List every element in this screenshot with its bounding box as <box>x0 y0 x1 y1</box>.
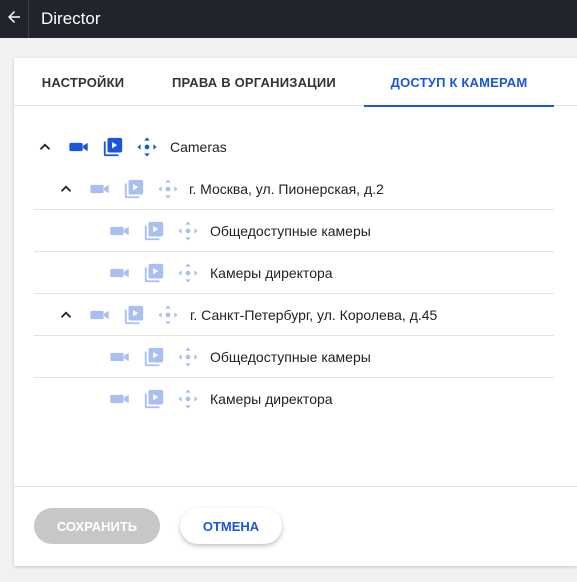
arrow-back-icon <box>5 8 23 31</box>
tree-row-leaf: Общедоступные камеры <box>14 210 577 252</box>
tab-settings[interactable]: НАСТРОЙКИ <box>14 58 152 106</box>
playback-icon[interactable] <box>143 262 165 284</box>
tab-bar: НАСТРОЙКИ ПРАВА В ОРГАНИЗАЦИИ ДОСТУП К К… <box>14 58 577 107</box>
playback-icon[interactable] <box>143 220 165 242</box>
camera-icon[interactable] <box>89 178 111 200</box>
ptz-icon[interactable] <box>177 346 199 368</box>
tree-row-leaf: Камеры директора <box>14 378 577 420</box>
page-title: Director <box>41 9 101 28</box>
playback-icon[interactable] <box>143 388 165 410</box>
tree-label: Камеры директора <box>210 265 333 281</box>
camera-icon[interactable] <box>109 220 131 242</box>
form-footer: СОХРАНИТЬ ОТМЕНА <box>14 486 577 566</box>
playback-icon[interactable] <box>102 136 124 158</box>
tree-row-root: Cameras <box>14 126 577 168</box>
chevron-up-icon[interactable] <box>36 138 54 156</box>
tree-row-leaf: Камеры директора <box>14 252 577 294</box>
ptz-icon[interactable] <box>177 388 199 410</box>
chevron-up-icon[interactable] <box>57 180 75 198</box>
tab-org-rights[interactable]: ПРАВА В ОРГАНИЗАЦИИ <box>162 58 346 106</box>
camera-icon[interactable] <box>68 136 90 158</box>
save-button[interactable]: СОХРАНИТЬ <box>34 508 160 544</box>
cancel-button[interactable]: ОТМЕНА <box>180 508 282 544</box>
top-app-bar: Director <box>0 0 577 38</box>
ptz-icon[interactable] <box>157 304 179 326</box>
tree-label: Общедоступные камеры <box>210 349 371 365</box>
tree-label: Камеры директора <box>210 391 333 407</box>
tree-row-leaf: Общедоступные камеры <box>14 336 577 378</box>
camera-icon[interactable] <box>109 388 131 410</box>
playback-icon[interactable] <box>143 346 165 368</box>
divider <box>28 0 29 38</box>
ptz-icon[interactable] <box>136 136 158 158</box>
tree-label: г. Москва, ул. Пионерская, д.2 <box>189 181 384 197</box>
ptz-icon[interactable] <box>177 262 199 284</box>
settings-card: НАСТРОЙКИ ПРАВА В ОРГАНИЗАЦИИ ДОСТУП К К… <box>14 58 577 566</box>
ptz-icon[interactable] <box>157 178 179 200</box>
tree-label: г. Санкт-Петербург, ул. Королева, д.45 <box>190 307 438 323</box>
tab-camera-access[interactable]: ДОСТУП К КАМЕРАМ <box>364 58 554 107</box>
playback-icon[interactable] <box>123 304 145 326</box>
camera-icon[interactable] <box>109 262 131 284</box>
tree-label: Общедоступные камеры <box>210 223 371 239</box>
tree-row-group: г. Санкт-Петербург, ул. Королева, д.45 <box>14 294 577 336</box>
back-button[interactable] <box>0 0 28 38</box>
playback-icon[interactable] <box>123 178 145 200</box>
camera-icon[interactable] <box>89 304 111 326</box>
ptz-icon[interactable] <box>177 220 199 242</box>
camera-icon[interactable] <box>109 346 131 368</box>
tree-label: Cameras <box>170 139 227 155</box>
tree-row-group: г. Москва, ул. Пионерская, д.2 <box>14 168 577 210</box>
chevron-up-icon[interactable] <box>57 306 75 324</box>
